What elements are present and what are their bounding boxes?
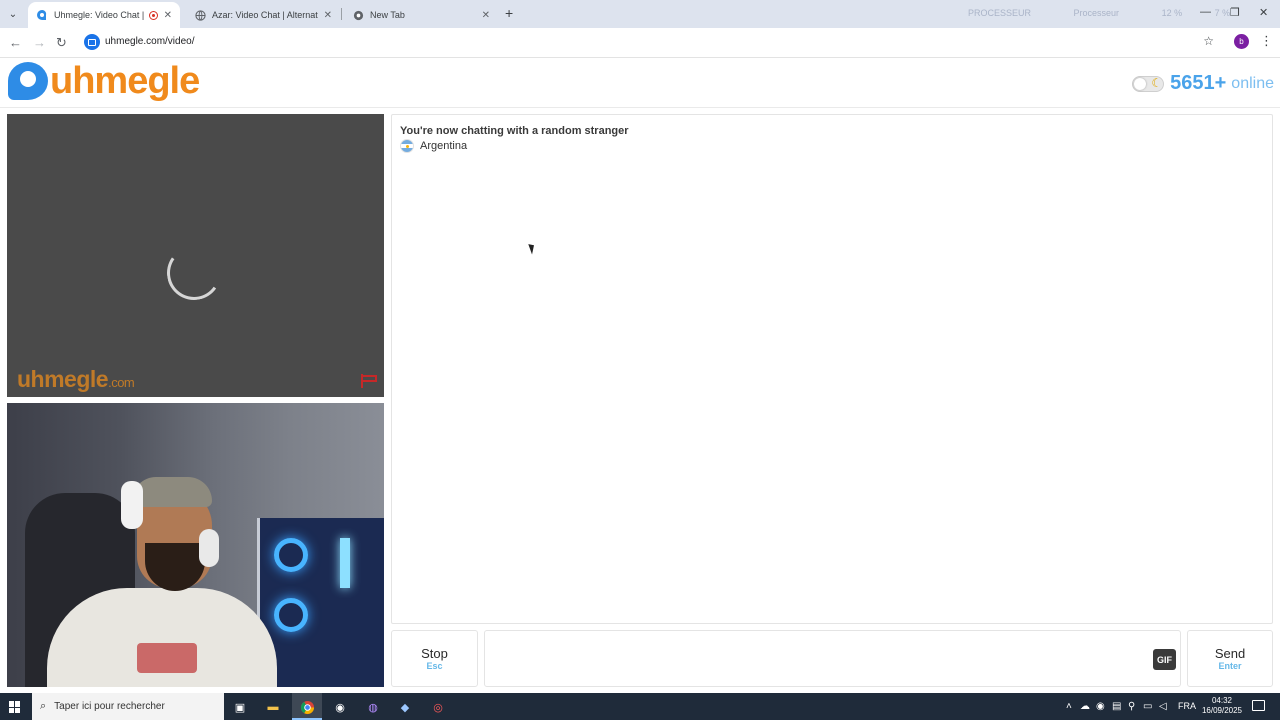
site-info-icon[interactable] [84, 34, 100, 50]
minimize-icon[interactable]: — [1200, 6, 1211, 18]
tray-cloud-icon[interactable]: ☁ [1080, 701, 1090, 712]
report-flag-icon[interactable] [361, 374, 379, 388]
online-status: ☾ 5651+ online [1132, 72, 1274, 95]
fan-glow [274, 538, 308, 572]
forward-icon[interactable]: → [33, 35, 46, 50]
site-logo[interactable]: uhmegle [8, 60, 200, 102]
shirt-print [137, 643, 197, 673]
loading-spinner-icon [162, 241, 226, 305]
input-language[interactable]: FRA [1178, 701, 1196, 711]
close-window-icon[interactable]: ✕ [1259, 6, 1268, 19]
close-tab-icon[interactable]: ✕ [324, 10, 332, 21]
tab-uhmegle[interactable]: Uhmegle: Video Chat | Om... ✕ [28, 2, 180, 28]
taskbar-search[interactable]: ⌕ Taper ici pour rechercher [32, 693, 224, 720]
person-shirt [47, 588, 277, 687]
globe-icon [194, 9, 206, 21]
app-circle-icon[interactable]: ◉ [331, 698, 349, 716]
video-watermark: uhmegle.com [17, 366, 135, 393]
tab-title: Uhmegle: Video Chat | Om... [54, 10, 145, 20]
overlay-text-b: 12 % [1161, 8, 1183, 18]
taskbar-search-placeholder: Taper ici pour rechercher [54, 701, 165, 712]
send-label: Send [1214, 645, 1246, 661]
chat-status-message: You're now chatting with a random strang… [400, 125, 629, 137]
profile-avatar[interactable]: b [1234, 34, 1249, 49]
steam-icon[interactable]: ◆ [396, 698, 414, 716]
argentina-flag-icon [400, 139, 414, 153]
tab-azar[interactable]: Azar: Video Chat | Alternative to... ✕ [186, 2, 340, 28]
gif-button[interactable]: GIF [1153, 649, 1176, 670]
toggle-knob [1134, 77, 1147, 90]
clock-time: 04:32 [1211, 696, 1233, 705]
message-input-box[interactable]: GIF [484, 630, 1181, 687]
file-explorer-icon[interactable]: ▬ [264, 698, 282, 716]
watermark-suffix: .com [108, 375, 135, 390]
record-icon [148, 10, 158, 20]
rgb-strip [340, 538, 350, 588]
tray-app-icon[interactable]: ◉ [1096, 701, 1105, 712]
message-input[interactable] [485, 631, 1145, 686]
stranger-country: Argentina [400, 139, 467, 153]
task-view-icon[interactable]: ▣ [231, 698, 249, 716]
system-monitor-overlay: PROCESSEUR Processeur 12 % 7 % [968, 8, 1230, 18]
stop-label: Stop [421, 645, 448, 661]
windows-taskbar: ⌕ Taper ici pour rechercher ▣ ▬ ◉ ◍ ◆ ◎ … [0, 693, 1280, 720]
network-icon[interactable]: ▭ [1143, 701, 1152, 712]
clock-date: 16/09/2025 [1201, 706, 1243, 715]
chrome-icon [352, 9, 364, 21]
tray-chevron-icon[interactable]: ˄ [1066, 701, 1072, 712]
fan-glow [274, 598, 308, 632]
browser-toolbar: ← → ↻ uhmegle.com/video/ ☆ b ⋮ [0, 28, 1280, 58]
kebab-menu-icon[interactable]: ⋮ [1260, 33, 1273, 49]
chat-log[interactable]: You're now chatting with a random strang… [391, 114, 1273, 624]
close-tab-icon[interactable]: ✕ [482, 10, 490, 21]
windows-start-icon[interactable] [9, 701, 21, 713]
site-header: uhmegle ☾ 5651+ online [0, 58, 1280, 108]
chrome-icon[interactable] [298, 698, 316, 716]
headset-right [199, 529, 219, 567]
stop-key-hint: Esc [426, 660, 443, 671]
stranger-video: uhmegle.com [7, 114, 384, 397]
tab-title: Azar: Video Chat | Alternative to... [212, 10, 318, 20]
microphone-icon[interactable]: ⚲ [1128, 701, 1135, 712]
notifications-icon[interactable] [1252, 700, 1265, 711]
overlay-text-c: Processeur [1073, 8, 1120, 18]
flag-cloth [363, 375, 377, 382]
country-name: Argentina [420, 140, 468, 152]
tab-search-icon[interactable]: ⌄ [4, 6, 22, 22]
send-button[interactable]: Send Enter [1187, 630, 1273, 687]
uhmegle-favicon-icon [36, 9, 48, 21]
online-count: 5651+ [1170, 72, 1227, 94]
taskbar-clock[interactable]: 04:32 16/09/2025 [1196, 696, 1248, 716]
tab-new-tab[interactable]: New Tab ✕ [344, 2, 498, 28]
close-tab-icon[interactable]: ✕ [164, 10, 172, 21]
url-text: uhmegle.com/video/ [105, 36, 195, 47]
self-webcam-video [7, 403, 384, 687]
dark-mode-toggle[interactable]: ☾ [1132, 75, 1165, 92]
bookmark-star-icon[interactable]: ☆ [1203, 34, 1214, 48]
new-tab-button[interactable]: + [505, 5, 513, 21]
overlay-text-a: PROCESSEUR [968, 8, 1032, 18]
online-label: online [1231, 74, 1274, 92]
watermark-main: uhmegle [17, 366, 109, 392]
browser-tab-strip: ⌄ Uhmegle: Video Chat | Om... ✕ Azar: Vi… [0, 0, 1280, 28]
volume-icon[interactable]: ◁ [1159, 701, 1167, 712]
send-key-hint: Enter [1218, 660, 1242, 671]
moon-icon: ☾ [1151, 75, 1163, 90]
recorder-icon[interactable]: ◎ [429, 698, 447, 716]
tab-title: New Tab [370, 10, 405, 20]
stop-button[interactable]: Stop Esc [391, 630, 478, 687]
tray-display-icon[interactable]: ▤ [1112, 701, 1121, 712]
headset-left [121, 481, 143, 529]
discord-icon[interactable]: ◍ [364, 698, 382, 716]
reload-icon[interactable]: ↻ [56, 35, 67, 51]
overlay-text-d: 7 % [1214, 8, 1231, 18]
back-icon[interactable]: ← [9, 35, 22, 50]
tab-separator [341, 8, 342, 20]
restore-icon[interactable]: ❐ [1230, 6, 1240, 19]
person-cap [132, 477, 212, 507]
logo-text: uhmegle [50, 60, 200, 102]
address-bar[interactable]: uhmegle.com/video/ ☆ [80, 31, 1226, 54]
search-icon: ⌕ [40, 700, 47, 712]
logo-mark-icon [8, 62, 48, 100]
